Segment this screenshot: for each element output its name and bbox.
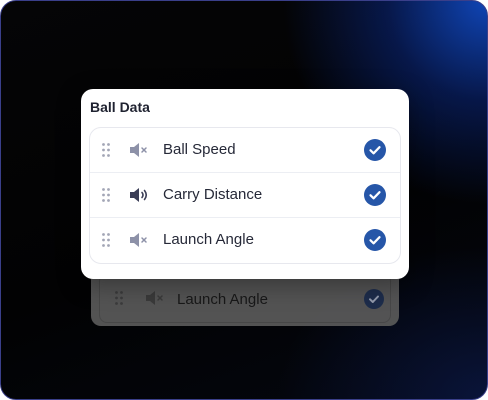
list-item-label: Carry Distance [163,186,263,203]
check-circle-icon [364,289,384,309]
speaker-on-icon[interactable] [128,185,150,205]
list-item-carry-distance[interactable]: Carry Distance [90,172,400,217]
drag-handle-icon[interactable] [101,232,111,248]
check-circle-icon[interactable] [364,184,386,206]
metric-list: Ball Speed Carry Distance Launch Angle [89,127,401,264]
drag-handle-icon[interactable] [101,187,111,203]
drag-handle-icon[interactable] [101,142,111,158]
speaker-muted-icon[interactable] [128,140,150,160]
list-item-launch-angle[interactable]: Launch Angle [90,217,400,262]
panel-title: Ball Data [90,99,150,115]
list-item-label: Ball Speed [163,141,236,158]
speaker-muted-icon[interactable] [128,230,150,250]
app-frame: Launch Angle Ball Data Ball Speed Carry … [0,0,488,400]
drag-preview-label: Launch Angle [177,291,268,308]
speaker-muted-icon [144,288,166,308]
drag-preview-row: Launch Angle [99,273,391,323]
check-circle-icon[interactable] [364,139,386,161]
check-circle-icon[interactable] [364,229,386,251]
drag-handle-icon [114,290,124,306]
list-item-label: Launch Angle [163,231,254,248]
list-item-ball-speed[interactable]: Ball Speed [90,128,400,172]
ball-data-panel: Ball Data Ball Speed Carry Distance Laun… [81,89,409,279]
